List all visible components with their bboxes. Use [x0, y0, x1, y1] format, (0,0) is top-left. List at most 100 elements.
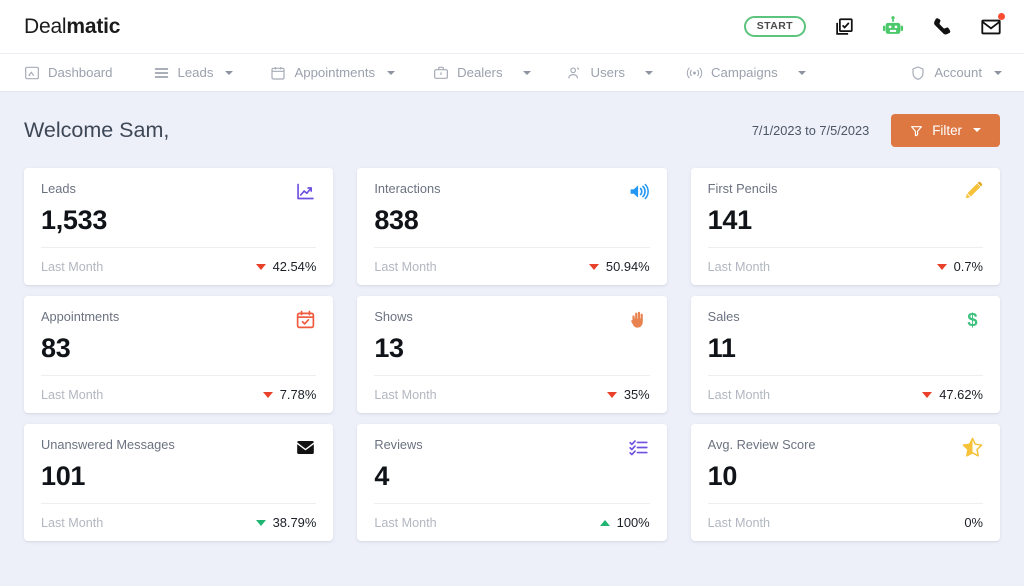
nav-label-dashboard: Dashboard: [48, 65, 113, 80]
nav-label-account: Account: [934, 65, 982, 80]
pencil-icon: [961, 180, 983, 202]
stat-card-avg-review-score[interactable]: Avg. Review Score 10 Last Month 0%: [690, 424, 1000, 541]
card-foot-label: Last Month: [707, 387, 770, 402]
card-foot-label: Last Month: [41, 515, 104, 530]
card-change: 50.94%: [588, 259, 650, 274]
card-header: Sales $: [707, 308, 983, 330]
card-change-value: 7.78%: [279, 387, 317, 402]
card-header: Appointments: [41, 309, 316, 330]
envelope-icon[interactable]: [980, 12, 1005, 38]
card-value: 101: [41, 461, 86, 491]
nav-item-campaigns[interactable]: Campaigns: [686, 54, 806, 91]
card-header: Shows: [374, 308, 650, 330]
nav-label-campaigns: Campaigns: [710, 65, 778, 80]
stat-card-leads[interactable]: Leads 1,533 Last Month 42.54%: [24, 168, 334, 285]
card-label: Shows: [374, 309, 413, 324]
card-value: 11: [707, 333, 736, 363]
raised-hand-icon: [628, 308, 650, 330]
phone-icon[interactable]: [931, 16, 953, 38]
card-footer: Last Month 0%: [707, 503, 983, 541]
card-change: 42.54%: [255, 259, 317, 274]
card-header: Avg. Review Score: [708, 436, 983, 458]
page-header: Welcome Sam, 7/1/2023 to 7/5/2023 Filter: [24, 92, 1000, 168]
svg-text:$: $: [967, 309, 977, 330]
card-value: 1,533: [41, 205, 108, 235]
chevron-down-icon: [644, 70, 653, 75]
star-half-icon: [961, 436, 983, 458]
card-foot-label: Last Month: [41, 259, 104, 274]
nav-item-dealers[interactable]: Dealers: [433, 54, 531, 91]
dollar-icon: $: [961, 308, 983, 330]
nav-item-leads[interactable]: Leads: [153, 54, 234, 91]
calendar-icon: [270, 65, 286, 81]
card-footer: Last Month 42.54%: [41, 247, 317, 285]
card-foot-label: Last Month: [374, 515, 437, 530]
arrow-up-icon: [599, 519, 610, 526]
stat-card-sales[interactable]: Sales $ 11 Last Month 47.62%: [690, 296, 1000, 413]
nav-item-dashboard[interactable]: Dashboard: [24, 54, 113, 91]
card-change: 47.62%: [922, 387, 983, 402]
robot-icon[interactable]: [882, 15, 904, 38]
arrow-down-icon: [255, 263, 266, 270]
date-range-label: 7/1/2023 to 7/5/2023: [751, 122, 870, 138]
card-header: First Pencils: [708, 180, 983, 202]
card-label: Reviews: [374, 437, 423, 452]
card-change: 35%: [606, 387, 650, 402]
card-change-value: 50.94%: [605, 259, 650, 274]
shield-icon: [910, 65, 926, 81]
card-foot-label: Last Month: [41, 387, 104, 402]
card-footer: Last Month 0.7%: [707, 247, 983, 285]
card-footer: Last Month 7.78%: [41, 375, 317, 413]
page-header-actions: 7/1/2023 to 7/5/2023 Filter: [751, 113, 1000, 147]
nav-item-account[interactable]: Account: [910, 54, 1002, 91]
arrow-down-icon: [936, 263, 947, 270]
card-change: 0%: [964, 515, 983, 530]
main-content: Welcome Sam, 7/1/2023 to 7/5/2023 Filter…: [0, 92, 1024, 586]
chevron-down-icon: [973, 128, 981, 132]
envelope-icon: [294, 436, 316, 458]
top-bar: Dealmatic START: [0, 0, 1024, 53]
card-change-value: 0.7%: [953, 259, 983, 274]
card-change-value: 42.54%: [272, 259, 317, 274]
stat-card-appointments[interactable]: Appointments 83 Last Month 7.78%: [24, 296, 334, 413]
card-change-value: 35%: [623, 387, 650, 402]
broadcast-icon: [686, 65, 703, 81]
nav-item-users[interactable]: Users: [566, 54, 653, 91]
top-actions: START: [743, 12, 1005, 38]
page-title: Welcome Sam,: [24, 117, 170, 142]
chevron-down-icon: [387, 70, 396, 75]
arrow-down-icon: [262, 391, 273, 398]
nav-label-users: Users: [590, 65, 625, 80]
start-button[interactable]: START: [743, 15, 806, 38]
arrow-down-icon: [606, 391, 617, 398]
stat-card-interactions[interactable]: Interactions 838 Last Month 50.94%: [357, 168, 667, 285]
logo-text-secondary: matic: [66, 14, 121, 38]
card-foot-label: Last Month: [707, 259, 770, 274]
stat-card-first-pencils[interactable]: First Pencils 141 Last Month 0.7%: [690, 168, 1000, 285]
trend-chart-icon: [294, 180, 316, 202]
app-logo[interactable]: Dealmatic: [24, 15, 120, 39]
card-label: Sales: [707, 309, 740, 324]
nav-label-appointments: Appointments: [294, 65, 376, 80]
nav-item-appointments[interactable]: Appointments: [270, 54, 396, 91]
speaker-icon: [628, 180, 650, 202]
users-icon: [566, 65, 583, 81]
briefcase-icon: [433, 65, 449, 81]
card-foot-label: Last Month: [374, 259, 437, 274]
checkbox-copy-icon[interactable]: [833, 16, 855, 38]
stat-card-unanswered-messages[interactable]: Unanswered Messages 101 Last Month 38.79…: [24, 424, 334, 541]
filter-button[interactable]: Filter: [891, 113, 1000, 147]
card-foot-label: Last Month: [374, 387, 437, 402]
card-footer: Last Month 47.62%: [707, 375, 983, 413]
chevron-down-icon: [994, 70, 1002, 75]
card-footer: Last Month 100%: [374, 503, 650, 541]
card-label: Interactions: [374, 181, 441, 196]
card-header: Leads: [41, 180, 316, 202]
stat-card-shows[interactable]: Shows 13 Last Month 35%: [357, 296, 667, 413]
card-change-value: 38.79%: [272, 515, 317, 530]
arrow-down-icon: [588, 263, 599, 270]
card-header: Reviews: [374, 437, 649, 458]
chevron-down-icon: [797, 70, 806, 75]
stat-card-reviews[interactable]: Reviews 4 Last Month 100%: [357, 424, 667, 541]
chevron-down-icon: [225, 70, 234, 75]
